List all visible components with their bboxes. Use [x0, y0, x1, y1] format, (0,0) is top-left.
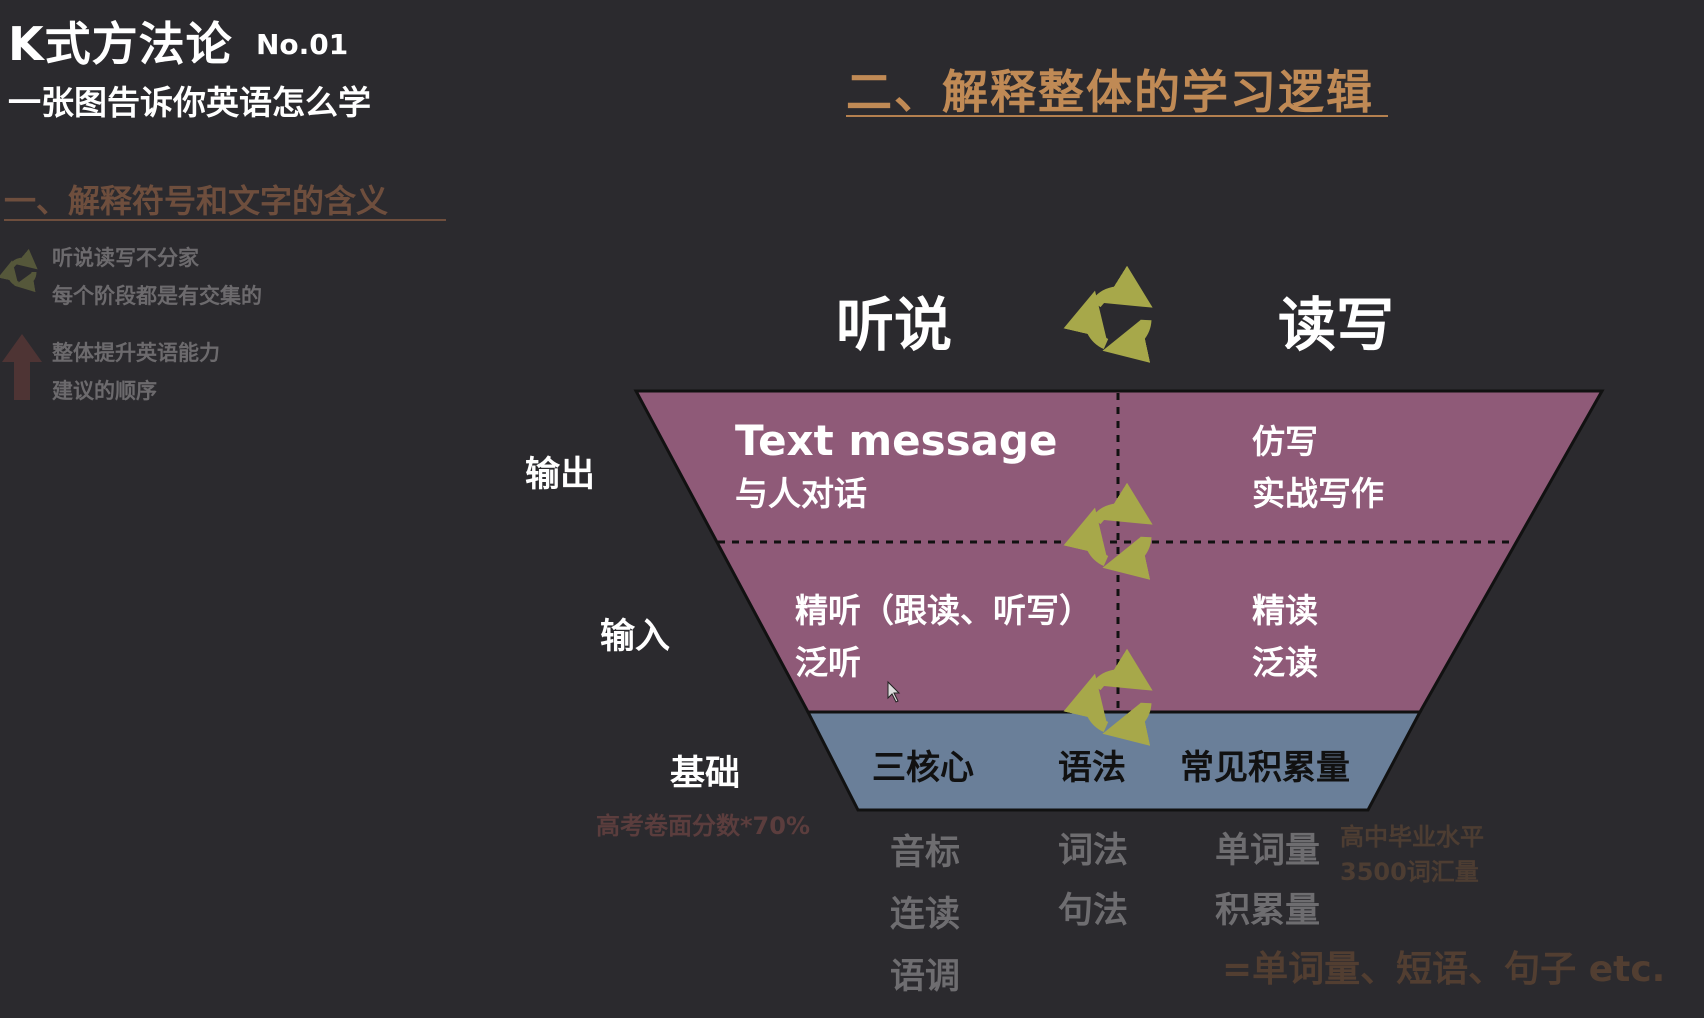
vocab-formula: =单词量、短语、句子 etc.	[1222, 949, 1666, 990]
column-header-listen-speak: 听说	[836, 291, 953, 359]
vocab-item-accumulation: 积累量	[1215, 891, 1321, 931]
row-label-input: 输入	[600, 617, 671, 657]
output-left-chinese: 与人对话	[735, 474, 867, 513]
vocab-item-word-count: 单词量	[1215, 831, 1321, 871]
legend-recycle-icon	[0, 248, 38, 293]
vocab-note-level: 高中毕业水平	[1340, 823, 1484, 851]
legend-1-line2: 每个阶段都是有交集的	[52, 284, 262, 308]
section2-underline	[846, 115, 1388, 117]
recycle-icon-top	[1063, 265, 1153, 363]
base-vocabulary: 常见积累量	[1180, 748, 1350, 788]
row-label-output: 输出	[525, 455, 596, 495]
section2-title: 二、解释整体的学习逻辑	[846, 65, 1374, 119]
grammar-item-morphology: 词法	[1058, 831, 1129, 871]
column-header-read-write: 读写	[1278, 291, 1395, 359]
input-right-line1: 精读	[1252, 591, 1318, 630]
input-right-line2: 泛读	[1252, 643, 1318, 682]
output-right-line2: 实战写作	[1252, 474, 1384, 513]
vocab-note-count: 3500词汇量	[1340, 858, 1479, 886]
legend-up-arrow-icon	[2, 334, 42, 400]
legend-2-line2: 建议的顺序	[52, 379, 157, 403]
base-three-cores: 三核心	[872, 748, 974, 788]
input-left-line2: 泛听	[795, 643, 861, 682]
legend-2-line1: 整体提升英语能力	[52, 341, 220, 365]
core-item-linking: 连读	[890, 895, 961, 935]
legend-1-line1: 听说读写不分家	[52, 246, 199, 270]
input-left-line1: 精听（跟读、听写）	[795, 591, 1092, 630]
base-grammar: 语法	[1058, 748, 1126, 788]
output-right-line1: 仿写	[1252, 422, 1318, 461]
base-score-note: 高考卷面分数*70%	[596, 812, 810, 840]
core-item-phonetics: 音标	[890, 833, 961, 873]
output-left-english: Text message	[735, 416, 1058, 465]
row-label-base: 基础	[670, 754, 741, 794]
core-item-intonation: 语调	[890, 957, 961, 997]
grammar-item-syntax: 句法	[1058, 891, 1129, 931]
